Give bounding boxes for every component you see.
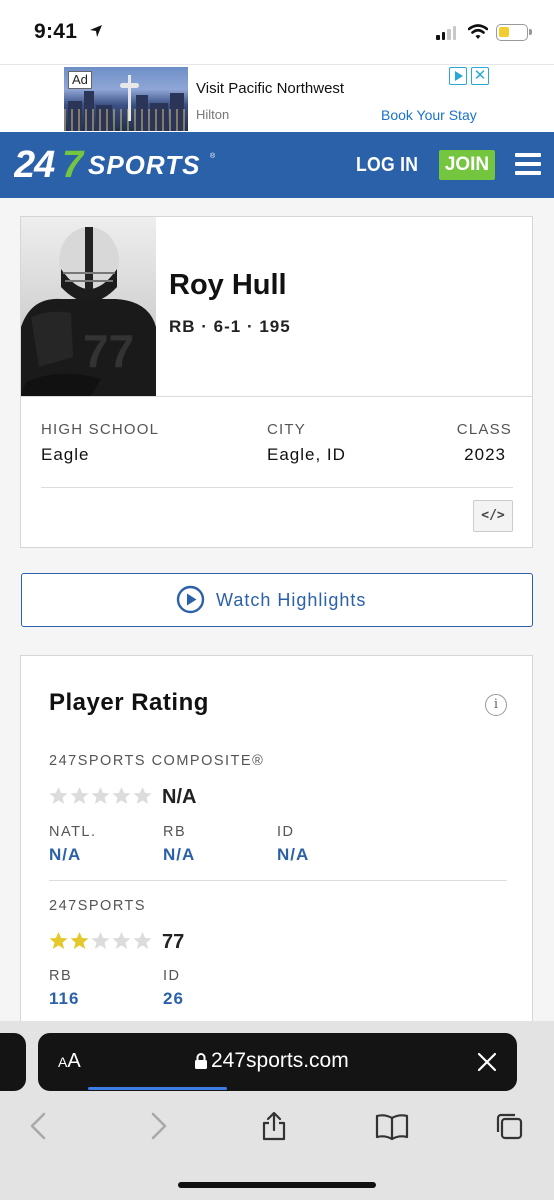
star-icon [49, 932, 68, 949]
status-bar: 9:41 [0, 0, 554, 64]
composite-label: 247SPORTS COMPOSITE® [49, 753, 265, 769]
player-name: Roy Hull [169, 269, 287, 301]
svg-text:®: ® [210, 152, 216, 160]
composite-position-rank-value[interactable]: N/A [163, 845, 195, 865]
url-text[interactable]: 247sports.com [211, 1049, 349, 1073]
star-icon [133, 932, 152, 949]
247sports-position-rank-label: RB [49, 968, 73, 984]
tabs-icon[interactable] [494, 1111, 524, 1141]
divider [49, 880, 507, 881]
svg-text:SPORTS: SPORTS [88, 150, 200, 180]
high-school-label: HIGH SCHOOL [41, 421, 160, 438]
previous-tab-peek[interactable] [0, 1033, 26, 1091]
play-circle-icon [176, 585, 205, 614]
247sports-state-rank-label: ID [163, 968, 181, 984]
divider [41, 487, 513, 488]
lock-icon [195, 1053, 207, 1069]
site-header: 24 7 SPORTS ® LOG IN JOIN [0, 132, 554, 198]
ad-sponsor: Hilton [196, 107, 230, 122]
share-icon[interactable] [259, 1111, 289, 1141]
ad-title[interactable]: Visit Pacific Northwest [196, 80, 344, 97]
svg-text:24: 24 [14, 144, 55, 184]
star-icon [112, 787, 131, 804]
back-icon[interactable] [24, 1111, 54, 1141]
address-bar[interactable]: AAAA 247sports.com [38, 1033, 517, 1091]
247sports-rating-label: 247SPORTS [49, 898, 147, 914]
247sports-position-rank-value[interactable]: 116 [49, 989, 79, 1009]
signal-icon [436, 26, 456, 40]
ad-choices-icon[interactable] [449, 67, 467, 85]
star-icon [91, 932, 110, 949]
watch-highlights-label: Watch Highlights [216, 590, 367, 610]
svg-text:7: 7 [62, 144, 85, 184]
247sports-state-rank-value[interactable]: 26 [163, 989, 184, 1009]
join-button[interactable]: JOIN [439, 150, 495, 180]
ad-cta-link[interactable]: Book Your Stay [381, 107, 477, 123]
login-link[interactable]: LOG IN [356, 154, 418, 177]
high-school-value[interactable]: Eagle [41, 445, 89, 465]
svg-text:77: 77 [83, 325, 134, 377]
247sports-star-rating [48, 931, 153, 951]
player-profile-card: 77 Roy Hull RB · 6-1 · 195 HIGH SCHOOL E… [20, 216, 533, 548]
star-icon [49, 787, 68, 804]
watch-highlights-button[interactable]: Watch Highlights [21, 573, 533, 627]
player-position-height-weight: RB · 6-1 · 195 [169, 317, 291, 336]
composite-state-rank-value[interactable]: N/A [277, 845, 309, 865]
composite-score: N/A [162, 786, 197, 808]
safari-toolbar: AAAA 247sports.com [0, 1021, 554, 1200]
wifi-icon [468, 24, 488, 39]
247sports-score: 77 [162, 931, 185, 953]
composite-state-rank-label: ID [277, 824, 295, 840]
close-icon[interactable] [475, 1050, 499, 1074]
reader-aa-button[interactable]: AAAA [58, 1050, 81, 1073]
forward-icon[interactable] [143, 1111, 173, 1141]
city-label: CITY [267, 421, 306, 438]
hamburger-menu-icon[interactable] [515, 153, 541, 175]
composite-natl-rank-label: NATL. [49, 824, 97, 840]
star-icon [70, 787, 89, 804]
bookmarks-icon[interactable] [375, 1111, 409, 1141]
star-icon [91, 787, 110, 804]
star-icon [112, 932, 131, 949]
home-indicator [178, 1182, 376, 1188]
star-icon [70, 932, 89, 949]
composite-natl-rank-value[interactable]: N/A [49, 845, 81, 865]
class-value: 2023 [464, 445, 506, 464]
ad-badge: Ad [68, 71, 92, 89]
star-icon [133, 787, 152, 804]
class-label: CLASS [456, 421, 512, 438]
player-rating-title: Player Rating [49, 689, 209, 716]
page-load-progress [88, 1087, 227, 1090]
player-photo: 77 [21, 217, 156, 396]
location-arrow-icon [90, 25, 103, 37]
247sports-logo[interactable]: 24 7 SPORTS ® [14, 144, 284, 184]
battery-icon [496, 24, 532, 41]
city-value: Eagle, ID [267, 445, 346, 464]
embed-code-button[interactable]: </> [473, 500, 513, 532]
divider [21, 396, 532, 397]
player-rating-card: Player Rating i 247SPORTS COMPOSITE® N/A… [20, 655, 533, 1035]
info-icon[interactable]: i [485, 694, 507, 716]
composite-star-rating [48, 786, 153, 806]
status-time: 9:41 [34, 20, 78, 43]
composite-position-rank-label: RB [163, 824, 187, 840]
ad-close-icon[interactable]: ✕ [471, 67, 489, 85]
